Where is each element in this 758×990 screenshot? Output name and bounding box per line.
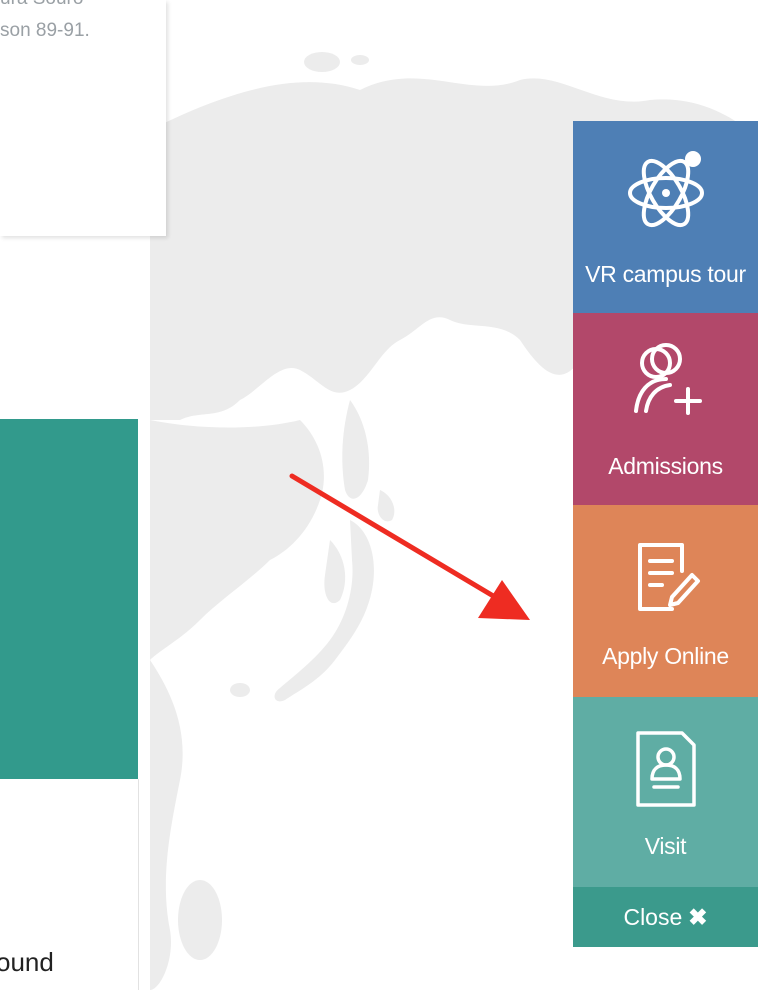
close-button[interactable]: Close ✖ — [573, 887, 758, 947]
quick-links-sidebar: VR campus tour Admissions Apply Online V… — [573, 121, 758, 947]
sidebar-item-apply-online[interactable]: Apply Online — [573, 505, 758, 697]
sidebar-item-admissions[interactable]: Admissions — [573, 313, 758, 505]
add-user-icon — [633, 343, 702, 415]
info-card-bottom: ound — [0, 779, 139, 990]
teal-panel — [0, 419, 138, 779]
sidebar-item-label: Admissions — [608, 453, 723, 479]
sidebar-item-label: VR campus tour — [585, 261, 746, 287]
atom-icon — [627, 151, 704, 228]
card-text-line2: son 89-91. — [0, 20, 90, 41]
sidebar-item-visit[interactable]: Visit — [573, 697, 758, 889]
sidebar-item-vr-campus-tour[interactable]: VR campus tour — [573, 121, 758, 313]
sidebar-item-label: Visit — [644, 833, 687, 859]
edit-document-icon — [637, 543, 700, 611]
close-icon: ✖ — [688, 904, 708, 930]
card-bottom-text: ound — [0, 947, 54, 977]
card-text-line1: ura Souro — [0, 0, 83, 10]
visitor-badge-icon — [635, 731, 696, 807]
close-button-label: Close — [623, 904, 683, 930]
info-card-top: ura Souro son 89-91. — [0, 0, 166, 236]
sidebar-item-label: Apply Online — [602, 643, 729, 669]
